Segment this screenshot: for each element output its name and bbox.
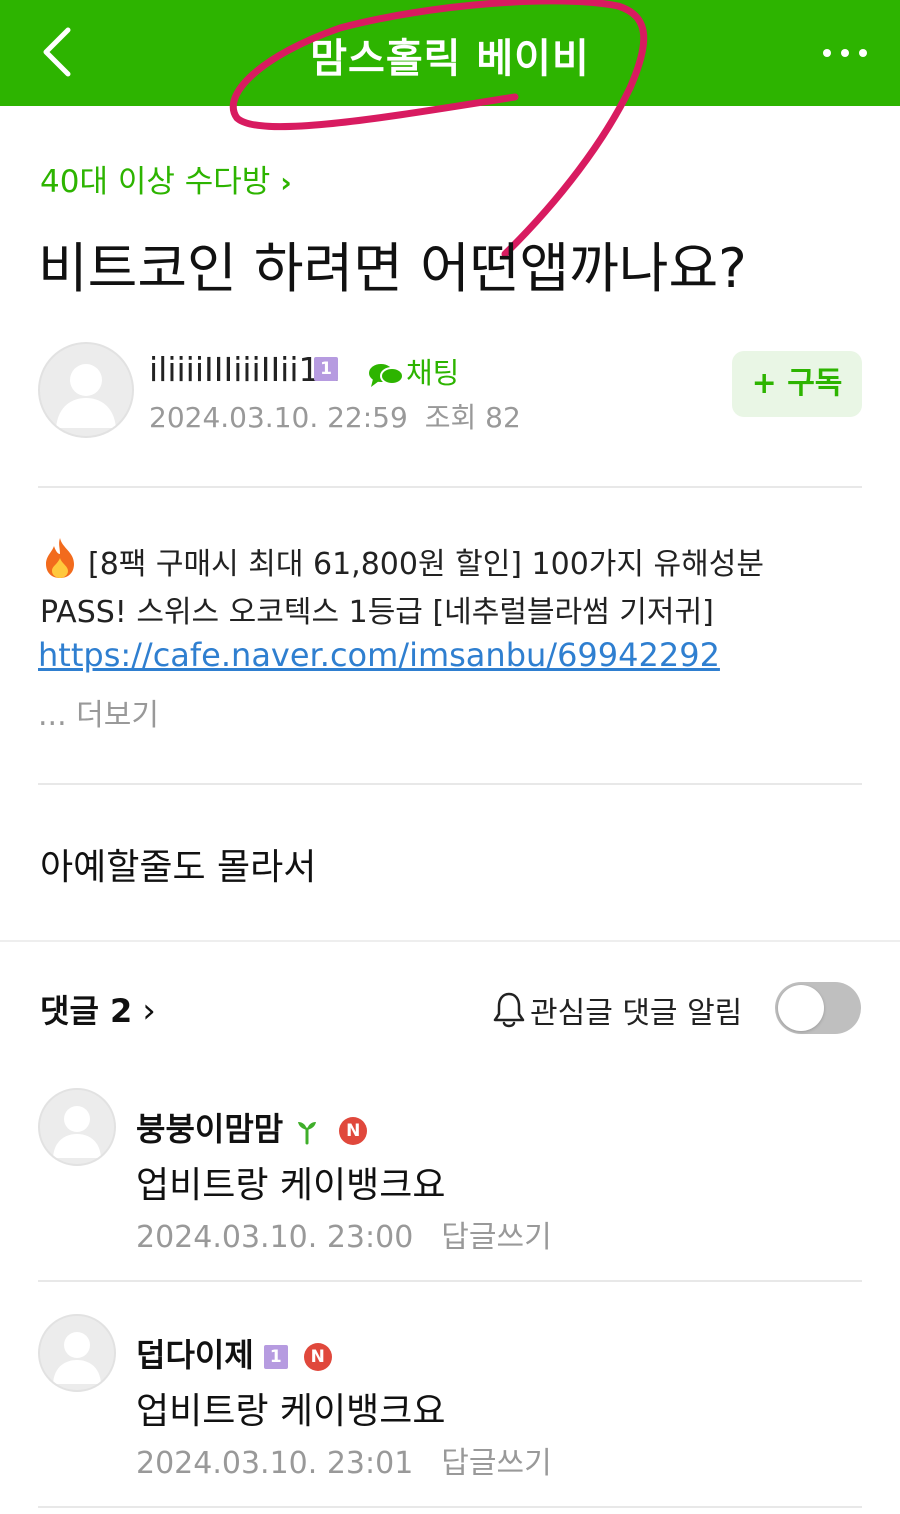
app-header: 맘스홀릭 베이비 — [0, 0, 900, 106]
post-body: 아예할줄도 몰라서 — [40, 847, 317, 888]
subscribe-button[interactable]: + 구독 — [732, 351, 862, 417]
views-count: 82 — [485, 401, 521, 434]
comment-avatar[interactable] — [38, 1088, 116, 1166]
chat-label: 채팅 — [406, 356, 460, 390]
comment-author-name: 덥다이제 — [136, 1336, 254, 1374]
default-avatar-icon — [56, 364, 116, 428]
ad-link[interactable]: https://cafe.naver.com/imsanbu/69942292 — [38, 636, 720, 674]
n-badge: N — [339, 1117, 368, 1145]
comment-date: 2024.03.10. 23:01 — [136, 1446, 414, 1481]
divider — [38, 486, 862, 488]
comment-text: 업비트랑 케이뱅크요 — [136, 1165, 446, 1206]
comment-meta: 2024.03.10. 23:00 답글쓰기 — [136, 1212, 552, 1256]
views-label: 조회 — [424, 401, 477, 434]
comment-meta: 2024.03.10. 23:01 답글쓰기 — [136, 1438, 552, 1482]
notify-toggle[interactable] — [775, 982, 861, 1034]
board-link-label: 40대 이상 수다방 — [40, 164, 271, 200]
board-link[interactable]: 40대 이상 수다방 › — [40, 156, 292, 201]
divider — [38, 1506, 862, 1508]
reply-button[interactable]: 답글쓰기 — [441, 1446, 551, 1481]
post-date: 2024.03.10. 22:59 — [149, 401, 408, 434]
notify-label: 관심글 댓글 알림 — [530, 996, 743, 1031]
comment-date: 2024.03.10. 23:00 — [136, 1220, 414, 1255]
chevron-right-icon: › — [142, 991, 156, 1031]
post-meta: 2024.03.10. 22:59 조회 82 — [149, 396, 521, 436]
more-dots-icon — [823, 49, 867, 57]
level-badge: 1 — [314, 357, 338, 381]
fire-icon — [46, 538, 74, 578]
divider — [38, 1280, 862, 1282]
more-link[interactable]: ... 더보기 — [38, 690, 159, 734]
sprout-icon — [298, 1122, 317, 1145]
comments-header[interactable]: 댓글 2 › — [40, 986, 156, 1032]
bell-icon — [493, 992, 525, 1028]
comment-author-name: 붕붕이맘맘 — [136, 1110, 284, 1148]
cafe-title[interactable]: 맘스홀릭 베이비 — [0, 26, 900, 84]
level-badge: 1 — [263, 1345, 288, 1369]
chat-button[interactable]: 채팅 — [368, 350, 459, 392]
chevron-right-icon: › — [280, 166, 292, 199]
more-button[interactable] — [820, 28, 870, 78]
comment-author[interactable]: 붕붕이맘맘 N — [136, 1104, 368, 1150]
ad-text-block: [8팩 구매시 최대 61,800원 할인] 100가지 유해성분 PASS! … — [40, 536, 860, 637]
comment-notify: 관심글 댓글 알림 — [492, 988, 742, 1032]
n-badge: N — [303, 1343, 332, 1371]
comment-text: 업비트랑 케이뱅크요 — [136, 1391, 446, 1432]
ad-text: [8팩 구매시 최대 61,800원 할인] 100가지 유해성분 PASS! … — [40, 547, 764, 630]
chat-bubble-icon — [369, 364, 404, 387]
default-avatar-icon — [53, 1332, 101, 1384]
comment-avatar[interactable] — [38, 1314, 116, 1392]
reply-button[interactable]: 답글쓰기 — [441, 1220, 551, 1255]
post-title: 비트코인 하려면 어떤앱까나요? — [38, 237, 747, 300]
divider — [38, 783, 862, 785]
author-avatar[interactable] — [38, 342, 134, 438]
toggle-knob — [778, 985, 824, 1031]
comment-author[interactable]: 덥다이제 1 N — [136, 1330, 332, 1376]
comments-count-label: 댓글 2 — [40, 992, 133, 1030]
default-avatar-icon — [53, 1106, 101, 1158]
section-divider — [0, 940, 900, 942]
author-name[interactable]: iliiiiIIIiiiIIii11 — [149, 350, 341, 389]
